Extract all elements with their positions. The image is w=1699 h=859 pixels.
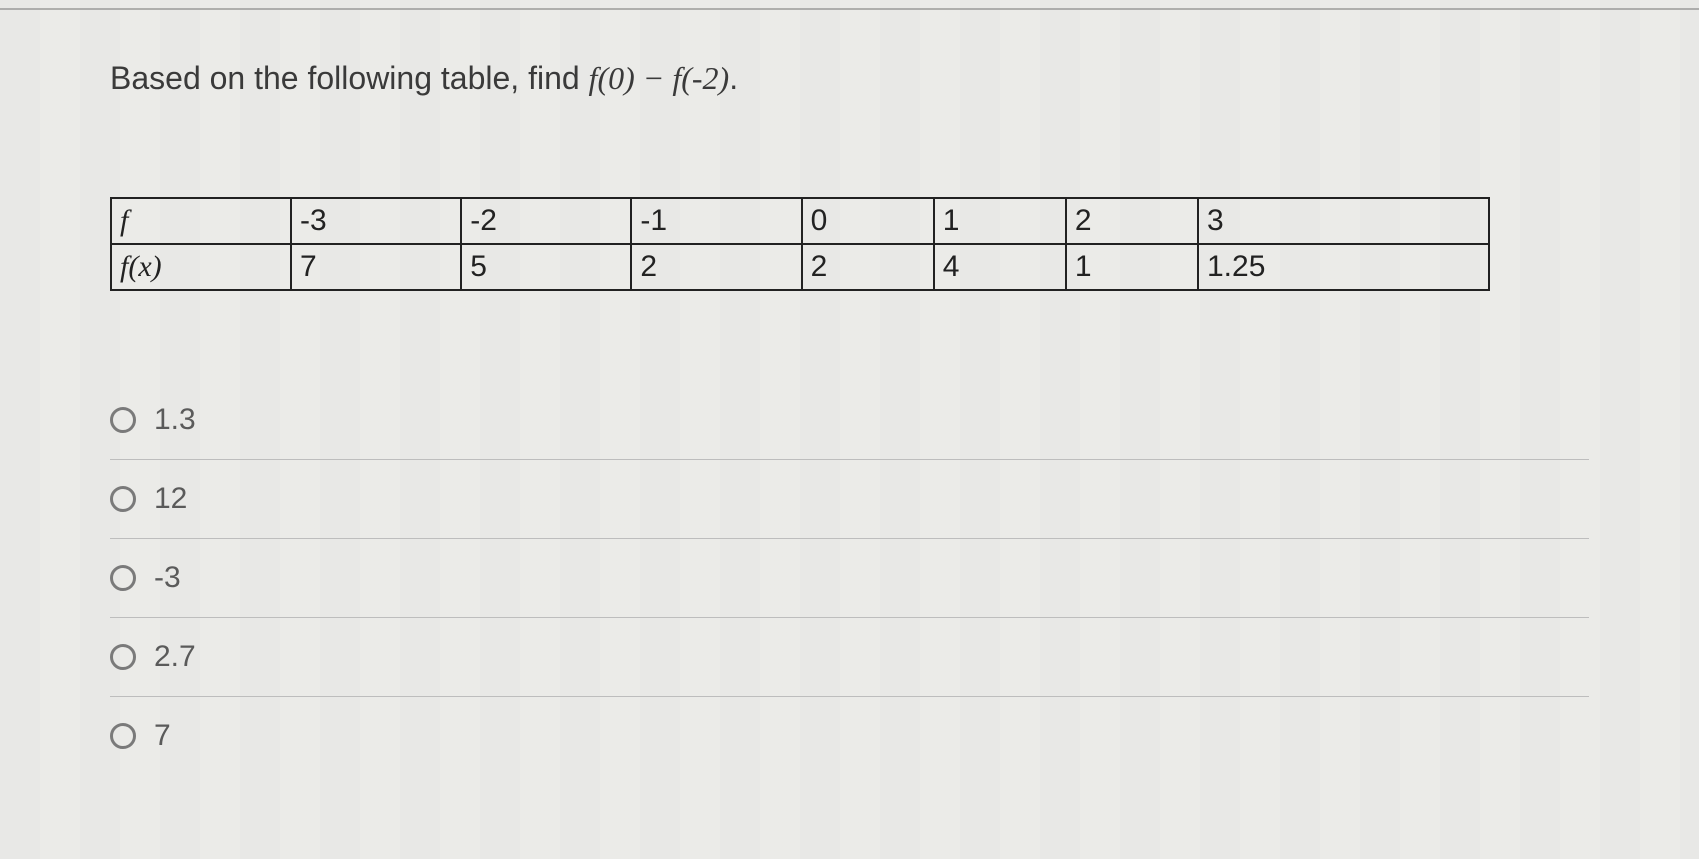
table-cell: 0 <box>802 198 934 244</box>
table-row: f -3 -2 -1 0 1 2 3 <box>111 198 1489 244</box>
question-container: Based on the following table, find f(0) … <box>0 0 1699 775</box>
option-label: 7 <box>154 719 171 753</box>
option-label: 12 <box>154 482 187 516</box>
table-cell: 1.25 <box>1198 244 1489 290</box>
option-row[interactable]: 7 <box>110 697 1589 775</box>
table-cell: 1 <box>1066 244 1198 290</box>
option-label: -3 <box>154 561 181 595</box>
table-cell: -1 <box>631 198 801 244</box>
table-cell: 1 <box>934 198 1066 244</box>
option-row[interactable]: 12 <box>110 460 1589 539</box>
table-cell: 3 <box>1198 198 1489 244</box>
table-cell: 2 <box>631 244 801 290</box>
table-cell: -3 <box>291 198 461 244</box>
radio-icon <box>110 565 136 591</box>
table-cell: 5 <box>461 244 631 290</box>
row-label-f: f <box>111 198 291 244</box>
question-suffix: . <box>729 60 738 96</box>
function-table: f -3 -2 -1 0 1 2 3 f(x) 7 5 2 2 4 1 1.25 <box>110 197 1490 291</box>
question-expression: f(0) − f(-2) <box>589 60 730 96</box>
question-text: Based on the following table, find f(0) … <box>110 60 1589 97</box>
row-label-fx: f(x) <box>111 244 291 290</box>
table-cell: 4 <box>934 244 1066 290</box>
options-list: 1.3 12 -3 2.7 7 <box>110 381 1589 775</box>
option-row[interactable]: -3 <box>110 539 1589 618</box>
table-cell: 2 <box>1066 198 1198 244</box>
option-row[interactable]: 2.7 <box>110 618 1589 697</box>
option-row[interactable]: 1.3 <box>110 381 1589 460</box>
table-cell: -2 <box>461 198 631 244</box>
option-label: 2.7 <box>154 640 196 674</box>
radio-icon <box>110 486 136 512</box>
question-prefix: Based on the following table, find <box>110 60 589 96</box>
radio-icon <box>110 644 136 670</box>
option-label: 1.3 <box>154 403 196 437</box>
table-row: f(x) 7 5 2 2 4 1 1.25 <box>111 244 1489 290</box>
table-cell: 2 <box>802 244 934 290</box>
table-cell: 7 <box>291 244 461 290</box>
radio-icon <box>110 407 136 433</box>
radio-icon <box>110 723 136 749</box>
